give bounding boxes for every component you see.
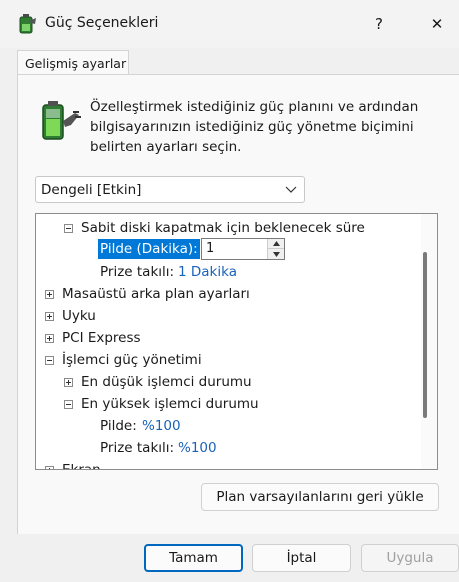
expand-icon[interactable] — [45, 290, 54, 299]
battery-icon — [42, 101, 81, 140]
tree-label-cpu-max-battery: Pilde: — [100, 418, 137, 434]
expand-icon[interactable] — [45, 312, 54, 321]
close-button[interactable]: ✕ — [421, 10, 453, 38]
intro-text: Özelleştirmek istediğiniz güç planını ve… — [90, 99, 419, 155]
tree-label-hdd-battery: Pilde (Dakika): — [98, 239, 200, 259]
tree-label-cpu: İşlemci güç yönetimi — [62, 352, 202, 368]
help-icon: ? — [375, 15, 383, 33]
expand-icon[interactable] — [45, 466, 54, 469]
tree-label-cpu-max-plugged: Prize takılı: — [100, 440, 175, 456]
power-plan-dropdown[interactable]: Dengeli [Etkin] — [35, 176, 305, 203]
tree-label-hdd-plugged: Prize takılı: — [100, 264, 175, 280]
title-bar: Güç Seçenekleri ? ✕ — [0, 0, 459, 48]
chevron-down-icon — [285, 186, 297, 193]
hdd-battery-minutes-spinner[interactable]: 1 — [201, 238, 285, 260]
apply-button[interactable]: Uygula — [361, 544, 459, 572]
window-title: Güç Seçenekleri — [45, 15, 159, 31]
tree-label-display: Ekran — [62, 462, 101, 470]
power-options-dialog: Güç Seçenekleri ? ✕ Gelişmiş ayarlar Öze… — [0, 0, 459, 582]
tab-label: Gelişmiş ayarlar — [25, 56, 127, 71]
tree-label-hdd: Sabit diski kapatmak için beklenecek sür… — [81, 220, 365, 236]
tree-label-desktop-bg: Masaüstü arka plan ayarları — [62, 286, 250, 302]
close-icon: ✕ — [430, 15, 444, 33]
power-options-icon — [19, 14, 36, 34]
collapse-icon[interactable] — [64, 400, 73, 409]
expand-icon[interactable] — [64, 378, 73, 387]
tree-value-hdd-plugged[interactable]: 1 Dakika — [178, 262, 237, 282]
restore-defaults-button[interactable]: Plan varsayılanlarını geri yükle — [201, 483, 439, 511]
tree-value-cpu-max-plugged[interactable]: %100 — [178, 438, 217, 458]
help-button[interactable]: ? — [363, 10, 395, 38]
tree-label-cpu-min: En düşük işlemci durumu — [81, 374, 252, 390]
hdd-battery-minutes-value: 1 — [206, 241, 215, 256]
settings-tree[interactable]: Sabit diski kapatmak için beklenecek sür… — [35, 213, 438, 470]
tree-scrollbar-thumb[interactable] — [423, 252, 427, 418]
tree-label-pci: PCI Express — [62, 330, 141, 346]
tree-value-cpu-max-battery[interactable]: %100 — [142, 416, 181, 436]
collapse-icon[interactable] — [64, 224, 73, 233]
expand-icon[interactable] — [45, 334, 54, 343]
ok-button[interactable]: Tamam — [144, 544, 243, 572]
spin-up-button[interactable] — [267, 239, 284, 249]
cancel-button[interactable]: İptal — [252, 544, 351, 572]
tree-label-sleep: Uyku — [62, 308, 96, 324]
spin-down-button[interactable] — [267, 249, 284, 259]
collapse-icon[interactable] — [45, 356, 54, 365]
power-plan-value: Dengeli [Etkin] — [41, 182, 142, 198]
triangle-up-icon — [272, 241, 280, 246]
triangle-down-icon — [272, 251, 280, 257]
tree-label-cpu-max: En yüksek işlemci durumu — [81, 396, 259, 412]
tab-advanced-settings[interactable]: Gelişmiş ayarlar — [17, 50, 129, 75]
